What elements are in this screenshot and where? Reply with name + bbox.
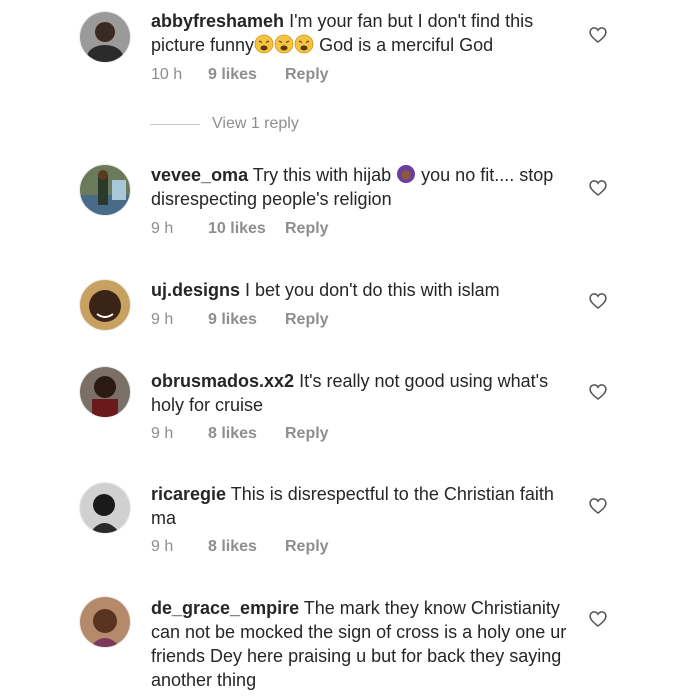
username[interactable]: ricaregie xyxy=(151,484,226,504)
view-replies-label: View 1 reply xyxy=(212,115,299,132)
comment-meta: 9 h 8 likes Reply xyxy=(151,537,329,557)
likes-count[interactable]: 9 likes xyxy=(208,65,285,85)
avatar[interactable] xyxy=(80,367,130,417)
reply-button[interactable]: Reply xyxy=(285,65,329,85)
comment-text: abbyfreshameh I'm your fan but I don't f… xyxy=(151,9,571,57)
comment-meta: 10 h 9 likes Reply xyxy=(151,65,329,85)
reply-button[interactable]: Reply xyxy=(285,310,329,330)
username[interactable]: uj.designs xyxy=(151,280,240,300)
username[interactable]: abbyfreshameh xyxy=(151,11,284,31)
comment-text: vevee_oma Try this with hijab you no fit… xyxy=(151,163,571,211)
reply-button[interactable]: Reply xyxy=(285,219,329,239)
username[interactable]: obrusmados.xx2 xyxy=(151,371,294,391)
avatar[interactable] xyxy=(80,280,130,330)
likes-count[interactable]: 8 likes xyxy=(208,424,285,444)
heart-icon[interactable] xyxy=(588,496,608,516)
likes-count[interactable]: 8 likes xyxy=(208,537,285,557)
avatar[interactable] xyxy=(80,165,130,215)
comment-body-end: God is a merciful God xyxy=(314,35,494,55)
timestamp: 9 h xyxy=(151,425,174,442)
comment-meta: 9 h 9 likes Reply xyxy=(151,310,329,330)
weary-face-emoji xyxy=(294,34,314,54)
heart-icon[interactable] xyxy=(588,178,608,198)
weary-face-emoji xyxy=(254,34,274,54)
woman-with-headscarf-emoji xyxy=(396,164,416,184)
avatar[interactable] xyxy=(80,483,130,533)
heart-icon[interactable] xyxy=(588,382,608,402)
comment-meta: 9 h 10 likes Reply xyxy=(151,219,329,239)
view-replies-button[interactable]: View 1 reply xyxy=(150,113,299,135)
username[interactable]: de_grace_empire xyxy=(151,598,299,618)
heart-icon[interactable] xyxy=(588,609,608,629)
username[interactable]: vevee_oma xyxy=(151,165,248,185)
likes-count[interactable]: 9 likes xyxy=(208,310,285,330)
heart-icon[interactable] xyxy=(588,25,608,45)
avatar[interactable] xyxy=(80,597,130,647)
comment-text: ricaregie This is disrespectful to the C… xyxy=(151,482,571,530)
timestamp: 9 h xyxy=(151,311,174,328)
comment-body: Try this with hijab xyxy=(252,165,397,185)
heart-icon[interactable] xyxy=(588,291,608,311)
divider xyxy=(150,123,200,125)
reply-button[interactable]: Reply xyxy=(285,537,329,557)
comment-text: uj.designs I bet you don't do this with … xyxy=(151,278,571,302)
timestamp: 10 h xyxy=(151,66,183,83)
comment-meta: 9 h 8 likes Reply xyxy=(151,424,329,444)
comment-text: de_grace_empire The mark they know Chris… xyxy=(151,596,571,692)
avatar[interactable] xyxy=(80,12,130,62)
comment-text: obrusmados.xx2 It's really not good usin… xyxy=(151,369,571,417)
likes-count[interactable]: 10 likes xyxy=(208,219,285,239)
comment-body: I bet you don't do this with islam xyxy=(245,280,500,300)
weary-face-emoji xyxy=(274,34,294,54)
reply-button[interactable]: Reply xyxy=(285,424,329,444)
timestamp: 9 h xyxy=(151,538,174,555)
timestamp: 9 h xyxy=(151,220,174,237)
